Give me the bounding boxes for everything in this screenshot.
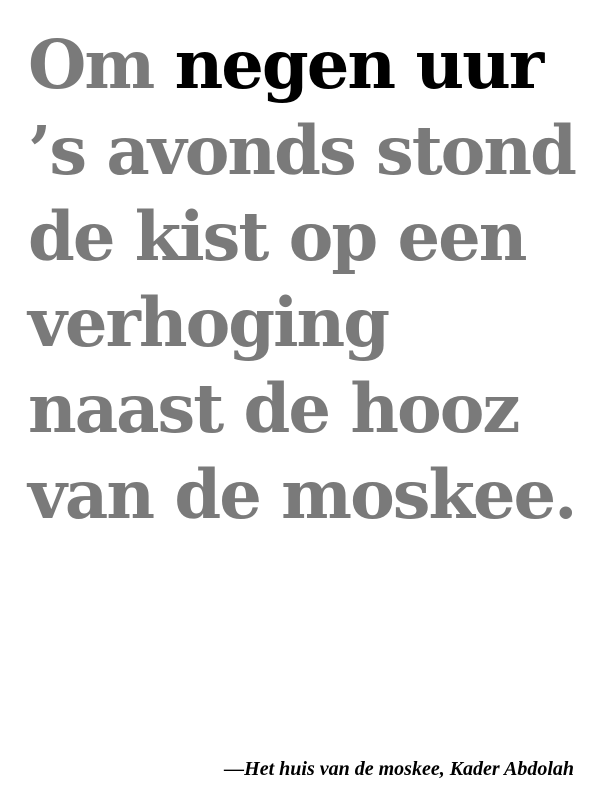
- quote-card: Om negen uur ’s avonds stond de kist op …: [0, 0, 600, 800]
- quote-text: Om negen uur ’s avonds stond de kist op …: [28, 22, 588, 538]
- quote-emphasis: negen uur: [174, 25, 545, 104]
- attribution: —Het huis van de moskee, Kader Abdolah: [224, 758, 574, 780]
- quote-line-5: naast de hooz: [28, 369, 520, 448]
- quote-line-1: Om negen uur: [28, 22, 588, 108]
- quote-line-3: de kist op een: [28, 197, 528, 276]
- quote-line-2: ’s avonds stond: [28, 111, 577, 190]
- quote-line-6: van de moskee.: [28, 455, 578, 534]
- quote-line-1-text: Om: [28, 25, 175, 104]
- quote-line-4: verhoging: [28, 283, 390, 362]
